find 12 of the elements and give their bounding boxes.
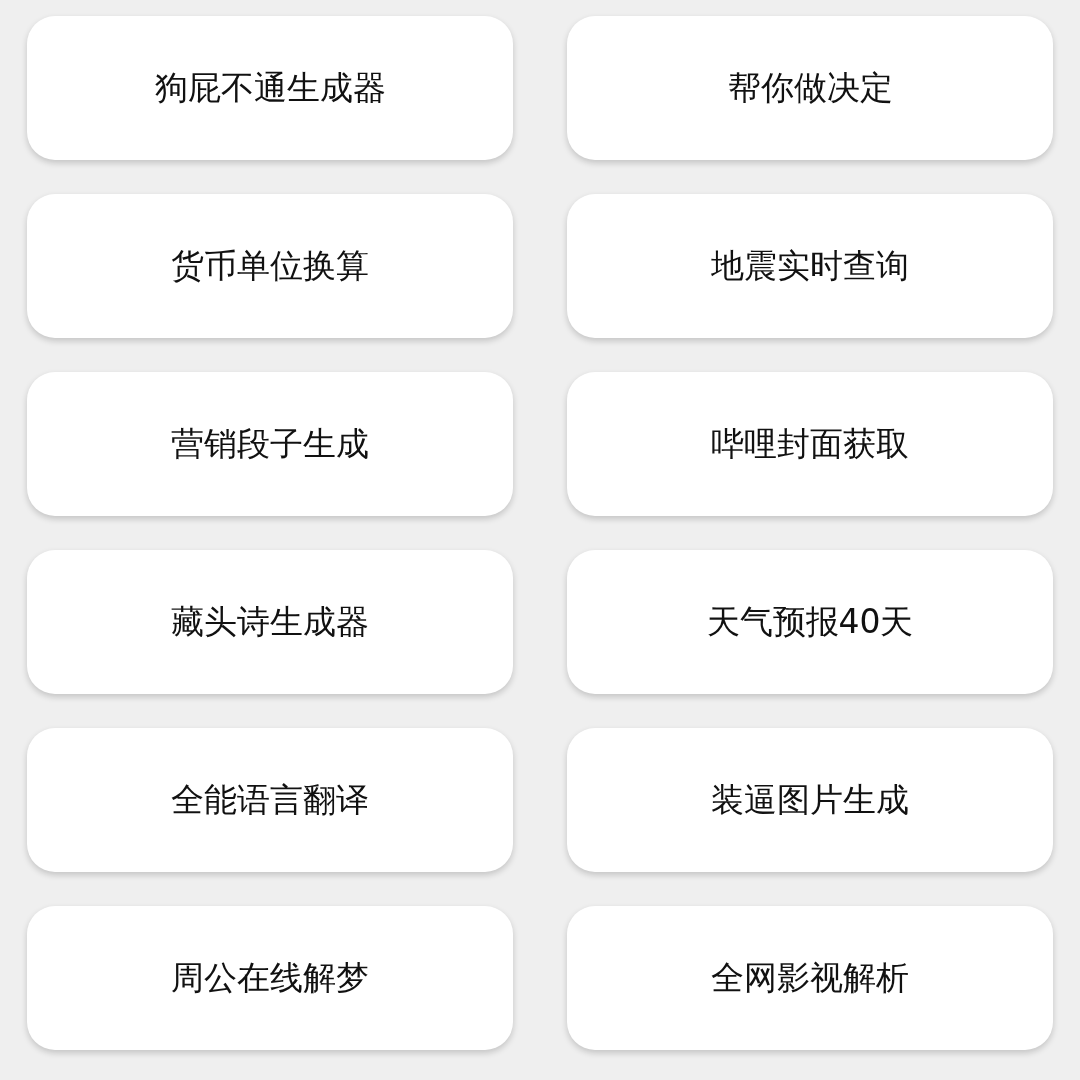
tool-card[interactable]: 藏头诗生成器 [27, 550, 513, 694]
tool-card[interactable]: 全网影视解析 [567, 906, 1053, 1050]
tool-card[interactable]: 周公在线解梦 [27, 906, 513, 1050]
tool-card[interactable]: 哔哩封面获取 [567, 372, 1053, 516]
tool-card[interactable]: 地震实时查询 [567, 194, 1053, 338]
tool-card[interactable]: 全能语言翻译 [27, 728, 513, 872]
tool-card[interactable]: 装逼图片生成 [567, 728, 1053, 872]
tool-card[interactable]: 天气预报40天 [567, 550, 1053, 694]
tool-card[interactable]: 帮你做决定 [567, 16, 1053, 160]
tool-card[interactable]: 狗屁不通生成器 [27, 16, 513, 160]
tool-card[interactable]: 货币单位换算 [27, 194, 513, 338]
tool-card[interactable]: 营销段子生成 [27, 372, 513, 516]
